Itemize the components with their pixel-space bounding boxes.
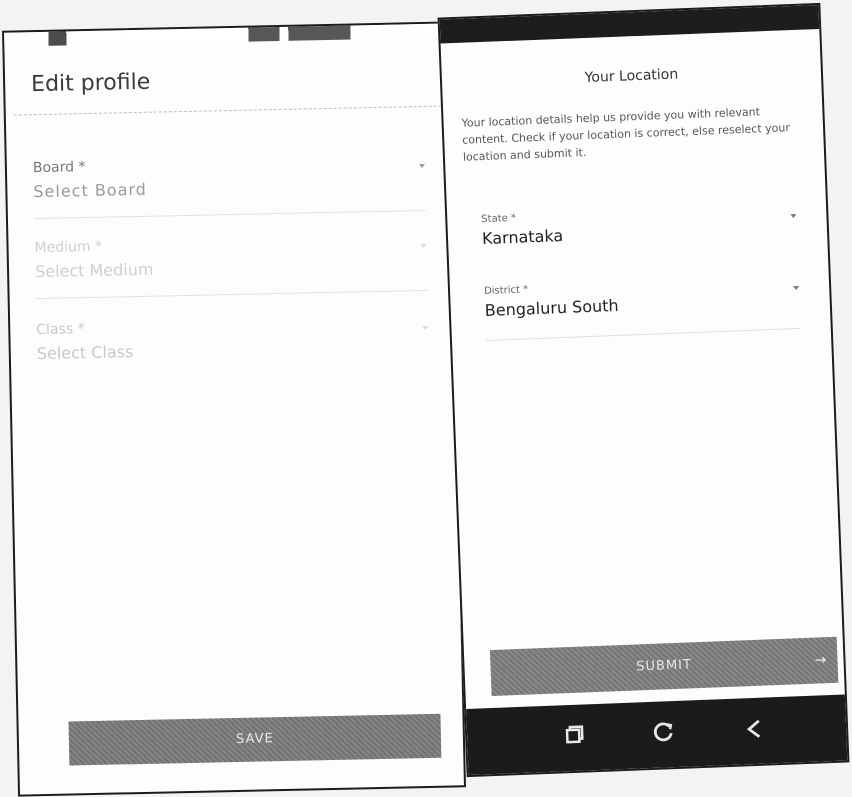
district-underline <box>485 327 801 342</box>
board-underline <box>33 209 426 220</box>
class-value: Select Class <box>36 342 134 364</box>
location-description: Your location details help us provide yo… <box>461 105 791 164</box>
chevron-down-icon <box>793 285 800 291</box>
board-label: Board * <box>32 159 86 177</box>
page-title: Your Location <box>584 66 679 87</box>
save-button[interactable]: SAVE <box>68 713 442 766</box>
board-select[interactable]: Board * Select Board <box>33 152 426 220</box>
board-value: Select Board <box>33 179 148 202</box>
state-select[interactable]: State * Karnataka <box>481 202 798 264</box>
back-icon[interactable] <box>739 713 770 744</box>
class-label: Class * <box>36 321 85 339</box>
chevron-down-icon <box>422 325 429 331</box>
status-bar <box>4 23 449 47</box>
home-icon[interactable] <box>649 717 680 748</box>
medium-label: Medium * <box>34 238 103 257</box>
submit-label: SUBMIT <box>635 657 693 675</box>
divider <box>13 105 442 117</box>
medium-select[interactable]: Medium * Select Medium <box>34 232 428 300</box>
class-select[interactable]: Class * Select Class <box>36 314 429 382</box>
page-title: Edit profile <box>30 69 151 98</box>
location-screen: Your Location Your location details help… <box>437 2 850 778</box>
medium-value: Select Medium <box>34 259 154 282</box>
medium-underline <box>35 289 428 300</box>
recent-apps-icon[interactable] <box>559 720 590 751</box>
chevron-down-icon <box>420 243 427 249</box>
chevron-down-icon <box>790 214 797 219</box>
status-bar <box>439 5 820 44</box>
district-select[interactable]: District * Bengaluru South <box>484 274 801 346</box>
chevron-down-icon <box>418 163 425 169</box>
submit-button[interactable]: SUBMIT → <box>489 636 839 697</box>
arrow-right-icon: → <box>814 652 828 669</box>
android-nav-bar <box>466 694 848 775</box>
edit-profile-screen: Edit profile Board * Select Board Medium… <box>2 21 466 797</box>
